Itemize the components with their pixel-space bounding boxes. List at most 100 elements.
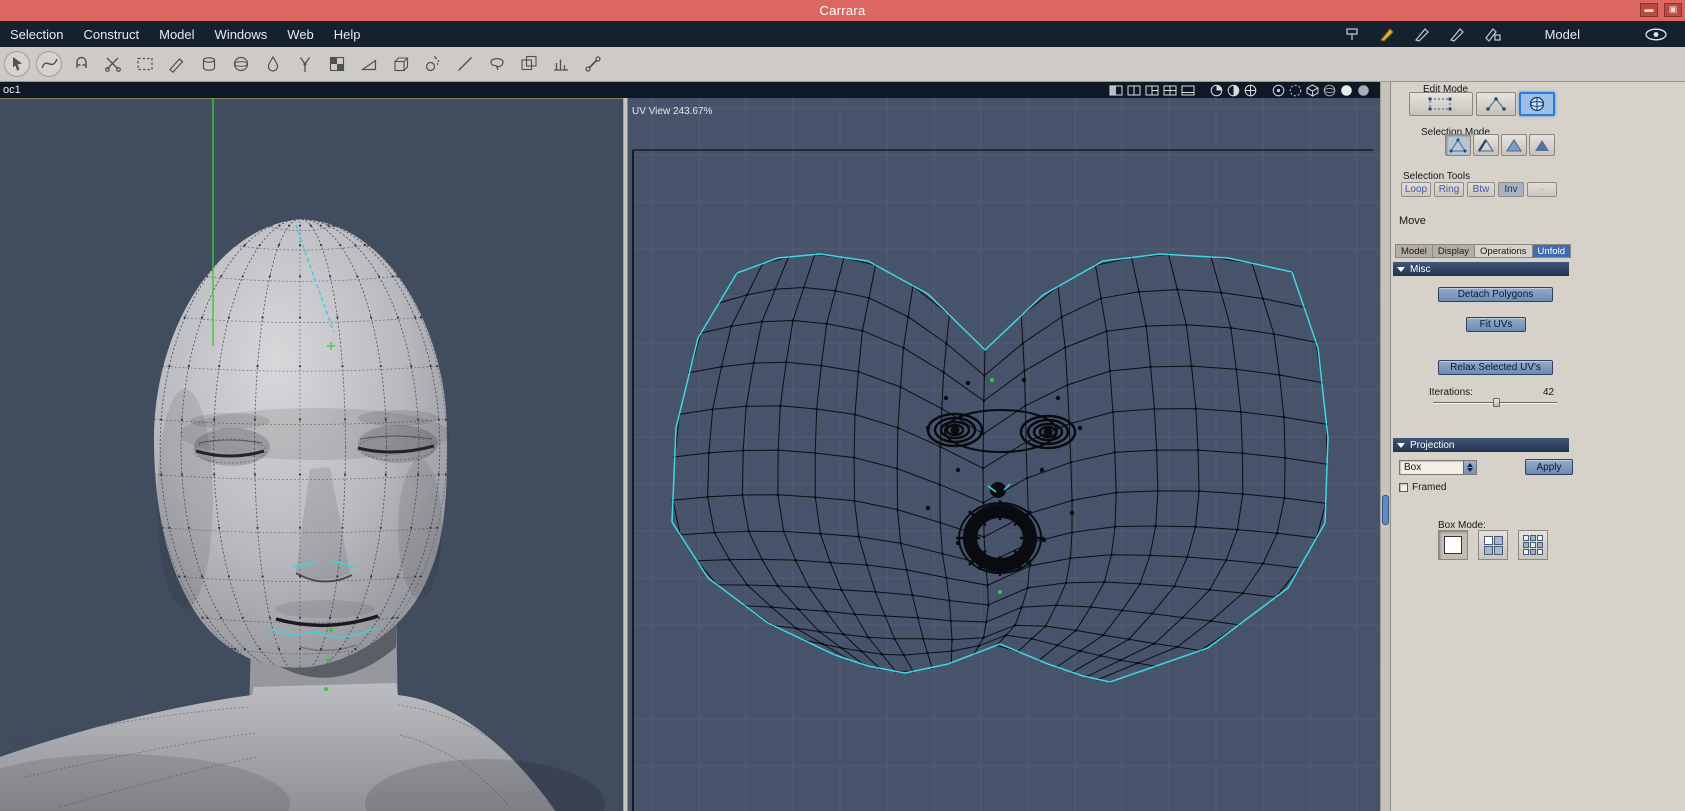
framed-checkbox-row: Framed — [1399, 482, 1446, 493]
menu-web[interactable]: Web — [277, 21, 324, 47]
uv-brush-icon[interactable] — [1379, 26, 1397, 42]
misc-section-header[interactable]: Misc — [1393, 262, 1569, 276]
line-icon[interactable] — [452, 51, 478, 77]
layout-four-pane-icon[interactable] — [1163, 85, 1177, 96]
relax-selected-uvs-button[interactable]: Relax Selected UV's — [1438, 360, 1553, 375]
select-arrow-icon[interactable] — [4, 51, 30, 77]
tab-unfold[interactable]: Unfold — [1531, 244, 1571, 258]
spray-icon[interactable] — [420, 51, 446, 77]
cube-icon[interactable] — [388, 51, 414, 77]
minimize-button[interactable]: ▬ — [1640, 3, 1658, 17]
scissors-icon[interactable] — [100, 51, 126, 77]
pen-icon[interactable] — [1414, 26, 1432, 42]
uv-view-label: UV View 243.67% — [632, 106, 713, 117]
framed-checkbox[interactable] — [1399, 483, 1408, 492]
layout-single-icon[interactable] — [1109, 85, 1123, 96]
spline-icon[interactable] — [36, 51, 62, 77]
uv-viewport[interactable]: UV View 243.67% — [628, 98, 1380, 811]
eye-icon[interactable] — [1645, 28, 1667, 41]
droplet-icon[interactable] — [260, 51, 286, 77]
duplicate-icon[interactable] — [516, 51, 542, 77]
menu-model[interactable]: Model — [149, 21, 204, 47]
menu-help[interactable]: Help — [324, 21, 371, 47]
document-tab[interactable]: oc1 — [0, 84, 21, 96]
collapse-triangle-icon — [1397, 266, 1405, 272]
selection-mode-edge-button[interactable] — [1473, 134, 1499, 156]
globe-wire-icon[interactable] — [1244, 84, 1257, 97]
slider-thumb[interactable] — [1492, 398, 1500, 407]
weld-icon[interactable] — [292, 51, 318, 77]
white-sphere-icon[interactable] — [1340, 84, 1353, 97]
uv-canvas[interactable] — [628, 98, 1380, 811]
menu-selection[interactable]: Selection — [0, 21, 73, 47]
apply-button[interactable]: Apply — [1525, 459, 1573, 475]
bone-icon[interactable] — [580, 51, 606, 77]
3d-model-canvas[interactable] — [0, 99, 623, 811]
panel-scrollbar[interactable] — [1380, 82, 1390, 811]
iterations-slider[interactable] — [1433, 398, 1557, 408]
edit-mode-vertex-button[interactable] — [1409, 92, 1473, 116]
menu-construct[interactable]: Construct — [73, 21, 149, 47]
sphere-icon[interactable] — [228, 51, 254, 77]
target-icon[interactable] — [1272, 84, 1285, 97]
paint-roller-icon[interactable] — [1344, 26, 1362, 42]
layout-bottom-strip-icon[interactable] — [1181, 85, 1195, 96]
projection-section-label: Projection — [1410, 439, 1455, 451]
selection-mode-face-button[interactable] — [1501, 134, 1527, 156]
titlebar: Carrara ▬ ▣ — [0, 0, 1685, 21]
gray-sphere-icon[interactable] — [1357, 84, 1370, 97]
selection-mode-vertex-button[interactable] — [1445, 134, 1471, 156]
globe-quarter-icon[interactable] — [1210, 84, 1223, 97]
iterations-label: Iterations: — [1429, 387, 1473, 398]
selection-tools-label: Selection Tools — [1403, 171, 1471, 182]
edit-mode-uv-button[interactable] — [1519, 92, 1555, 116]
projection-type-dropdown[interactable]: Box — [1399, 460, 1477, 475]
sphere-uv-icon — [1529, 96, 1545, 112]
carrara-window: Carrara ▬ ▣ Selection Construct Model Wi… — [0, 0, 1685, 811]
knife-icon[interactable] — [1449, 26, 1467, 42]
ring-button[interactable]: Ring — [1434, 182, 1464, 197]
dashed-circle-icon[interactable] — [1289, 84, 1302, 97]
globe-half-icon[interactable] — [1227, 84, 1240, 97]
mode-label: Model — [1544, 26, 1580, 42]
box-mode-grid2-button[interactable] — [1478, 530, 1508, 560]
collapse-triangle-icon — [1397, 442, 1405, 448]
wedge-icon[interactable] — [356, 51, 382, 77]
menu-windows[interactable]: Windows — [205, 21, 278, 47]
scrollbar-handle[interactable] — [1382, 495, 1389, 525]
tab-operations[interactable]: Operations — [1474, 244, 1532, 258]
detach-polygons-button[interactable]: Detach Polygons — [1438, 287, 1553, 302]
layout-two-pane-icon[interactable] — [1127, 85, 1141, 96]
invert-button[interactable]: Inv — [1498, 182, 1524, 197]
selection-mode-object-button[interactable] — [1529, 134, 1555, 156]
between-button[interactable]: Btw — [1467, 182, 1495, 197]
pencil-icon[interactable] — [164, 51, 190, 77]
box-mode-single-button[interactable] — [1438, 530, 1468, 560]
window-title: Carrara — [819, 3, 866, 18]
lasso-icon[interactable] — [484, 51, 510, 77]
cylinder-icon[interactable] — [196, 51, 222, 77]
box-grid3-icon — [1523, 535, 1543, 555]
gem-icon[interactable] — [1306, 83, 1319, 97]
tab-model[interactable]: Model — [1395, 244, 1432, 258]
levels-icon[interactable] — [548, 51, 574, 77]
crease-pen-icon[interactable] — [1484, 26, 1502, 42]
marquee-icon[interactable] — [132, 51, 158, 77]
projection-section-header[interactable]: Projection — [1393, 438, 1569, 452]
checker-icon[interactable] — [324, 51, 350, 77]
misc-section-label: Misc — [1410, 263, 1431, 275]
magnet-icon[interactable] — [68, 51, 94, 77]
framed-label: Framed — [1412, 482, 1447, 493]
edit-mode-edge-button[interactable] — [1476, 92, 1516, 116]
3d-viewport[interactable] — [0, 98, 623, 811]
maximize-button[interactable]: ▣ — [1664, 3, 1682, 17]
wire-sphere-icon[interactable] — [1323, 84, 1336, 97]
tab-display[interactable]: Display — [1431, 244, 1475, 258]
layout-three-pane-icon[interactable] — [1145, 85, 1159, 96]
box-mode-grid3-button[interactable] — [1518, 530, 1548, 560]
box-grid2-icon — [1483, 535, 1503, 555]
extra-selection-button[interactable]: · — [1527, 182, 1557, 197]
dropdown-arrows-icon[interactable] — [1463, 461, 1476, 474]
fit-uvs-button[interactable]: Fit UVs — [1466, 317, 1526, 332]
loop-button[interactable]: Loop — [1401, 182, 1431, 197]
